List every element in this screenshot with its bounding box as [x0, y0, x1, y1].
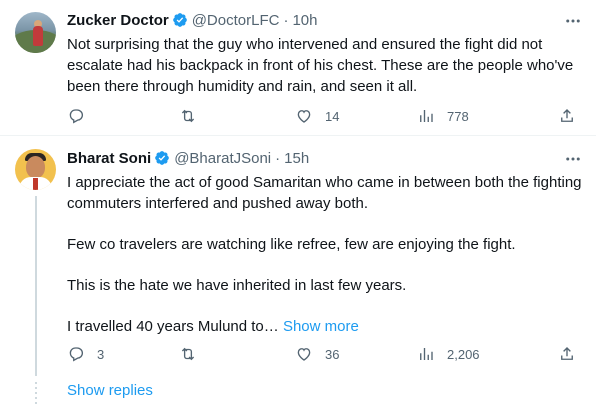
- views-icon: [420, 348, 433, 360]
- like-button[interactable]: 14: [295, 104, 339, 128]
- more-options-icon[interactable]: [564, 150, 582, 168]
- share-button[interactable]: [558, 104, 586, 128]
- tweet-paragraph: Few co travelers are watching like refre…: [67, 236, 516, 253]
- avatar[interactable]: [15, 149, 56, 190]
- author-name[interactable]: Bharat Soni: [67, 150, 151, 167]
- views-count: 2,206: [447, 346, 480, 362]
- tweet-header: Bharat Soni @BharatJSoni · 15h: [67, 148, 309, 168]
- views-button[interactable]: 2,206: [417, 342, 480, 366]
- separator: ·: [283, 11, 289, 29]
- timestamp[interactable]: 10h: [292, 12, 317, 29]
- views-button[interactable]: 778: [417, 104, 469, 128]
- share-button[interactable]: [558, 342, 586, 366]
- reply-icon: [69, 109, 84, 124]
- like-count: 14: [325, 108, 340, 124]
- retweet-button[interactable]: [179, 104, 209, 128]
- tweet-paragraph: This is the hate we have inherited in la…: [67, 277, 407, 294]
- reply-button[interactable]: [67, 104, 97, 128]
- thread-line: [35, 196, 37, 376]
- author-handle[interactable]: @DoctorLFC: [192, 12, 280, 29]
- tweet-paragraph-last: I travelled 40 years Mulund to… Show mor…: [67, 316, 582, 337]
- thread-dots: [35, 382, 37, 412]
- tweet-paragraph: I appreciate the act of good Samaritan w…: [67, 174, 582, 212]
- reply-button[interactable]: 3: [67, 342, 104, 366]
- views-count: 778: [447, 108, 469, 124]
- tweet-text: Not surprising that the guy who interven…: [67, 36, 574, 95]
- avatar-face: [26, 156, 45, 178]
- show-more-link[interactable]: Show more: [283, 318, 359, 335]
- retweet-icon: [181, 347, 195, 361]
- tweet[interactable]: Zucker Doctor @DoctorLFC · 10h Not surpr…: [0, 0, 596, 136]
- author-handle[interactable]: @BharatJSoni: [174, 150, 271, 167]
- like-button[interactable]: 36: [295, 342, 339, 366]
- heart-icon: [297, 348, 311, 361]
- more-options-icon[interactable]: [564, 12, 582, 30]
- reply-count: 3: [97, 346, 105, 362]
- reply-icon: [69, 347, 84, 362]
- avatar[interactable]: [15, 12, 56, 53]
- show-replies-link[interactable]: Show replies: [67, 382, 153, 399]
- tweet-text: I appreciate the act of good Samaritan w…: [67, 172, 582, 337]
- heart-icon: [297, 110, 311, 123]
- verified-badge-icon: [172, 13, 187, 27]
- share-icon: [561, 347, 573, 360]
- tweet-actions: 14 778: [67, 104, 577, 128]
- tweet-actions: 3 36 2,206: [67, 342, 577, 366]
- avatar-tie: [33, 178, 38, 190]
- timestamp[interactable]: 15h: [284, 150, 309, 167]
- retweet-button[interactable]: [179, 342, 209, 366]
- tweet-paragraph-text: I travelled 40 years Mulund to…: [67, 318, 279, 335]
- separator: ·: [275, 149, 281, 167]
- author-name[interactable]: Zucker Doctor: [67, 12, 169, 29]
- share-icon: [561, 109, 573, 122]
- avatar-figure: [33, 26, 43, 46]
- retweet-icon: [181, 109, 195, 123]
- like-count: 36: [325, 346, 340, 362]
- views-icon: [420, 110, 433, 122]
- tweet-header: Zucker Doctor @DoctorLFC · 10h: [67, 10, 317, 30]
- verified-badge-icon: [155, 151, 170, 165]
